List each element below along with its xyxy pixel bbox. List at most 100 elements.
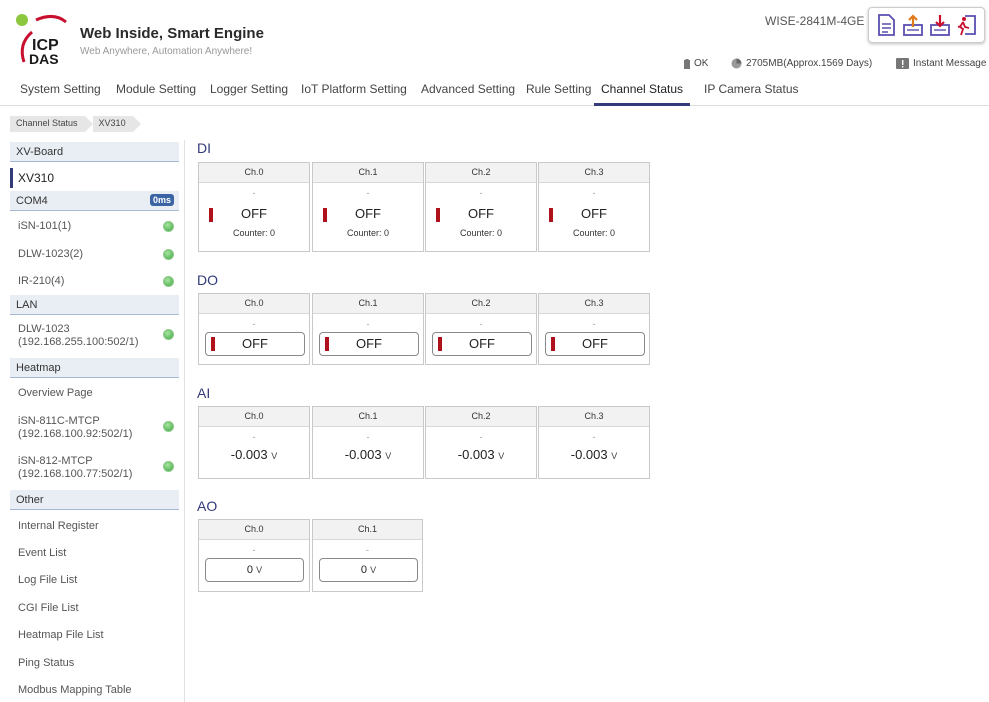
off-indicator-icon (323, 208, 327, 222)
off-indicator-icon (325, 337, 329, 351)
ao-value-button[interactable]: 0 V (205, 558, 304, 582)
sidebar-item-internal-register[interactable]: Internal Register (10, 520, 179, 533)
channel-desc: - (252, 188, 256, 198)
ao-value-number: 0 (246, 564, 254, 576)
sidebar-item-heatmap-file-list[interactable]: Heatmap File List (10, 629, 179, 642)
ai-value-number: -0.003 (457, 447, 495, 462)
sidebar-item-isn-101[interactable]: iSN-101(1) (10, 220, 179, 233)
di-state: OFF (426, 206, 536, 228)
sidebar-item-ir-210[interactable]: IR-210(4) (10, 275, 179, 288)
di-counter: Counter: 0 (346, 228, 390, 238)
do-channel-card: Ch.1 - OFF (312, 293, 424, 365)
channel-desc: - (252, 432, 256, 442)
channel-name: Ch.1 (313, 294, 423, 314)
document-icon[interactable] (874, 13, 898, 37)
channel-name: Ch.0 (199, 520, 309, 540)
off-indicator-icon (436, 208, 440, 222)
storage-status: 2705MB(Approx.1569 Days) (731, 58, 872, 69)
sidebar-item-ping-status[interactable]: Ping Status (10, 657, 179, 670)
ai-channel-card: Ch.3 - -0.003 V (538, 406, 650, 479)
channel-name: Ch.2 (426, 163, 536, 183)
sidebar-item-label: DLW-1023 (18, 323, 70, 335)
ai-value-unit: V (385, 451, 392, 461)
battery-text: OK (694, 58, 709, 69)
sidebar-section-com4-title: COM4 (16, 195, 48, 207)
ao-channel-card: Ch.0 - 0 V (198, 519, 310, 592)
channel-name: Ch.0 (199, 163, 309, 183)
channel-desc: - (479, 319, 483, 329)
breadcrumb-xv310[interactable]: XV310 (92, 116, 141, 132)
ao-value-button[interactable]: 0 V (319, 558, 418, 582)
di-channel-card: Ch.0 - OFF Counter: 0 (198, 162, 310, 252)
sidebar-item-dlw-1023-2[interactable]: DLW-1023(2) (10, 248, 179, 261)
di-counter: Counter: 0 (572, 228, 616, 238)
sidebar-item-address: (192.168.255.100:502/1) (18, 336, 139, 348)
off-indicator-icon (438, 337, 442, 351)
do-section-title: DO (197, 272, 218, 288)
do-channel-card: Ch.0 - OFF (198, 293, 310, 365)
nav-channel-status[interactable]: Channel Status (594, 82, 691, 106)
nav-rule-setting[interactable]: Rule Setting (526, 82, 591, 106)
channel-name: Ch.0 (199, 294, 309, 314)
download-icon[interactable] (928, 13, 952, 37)
sidebar-item-label: IR-210(4) (18, 275, 65, 287)
nav-system-setting[interactable]: System Setting (20, 82, 101, 106)
off-indicator-icon (209, 208, 213, 222)
channel-desc: - (592, 432, 596, 442)
message-icon (896, 58, 909, 69)
do-channel-card: Ch.2 - OFF (425, 293, 537, 365)
channel-name: Ch.1 (313, 163, 423, 183)
sidebar-item-log-file-list[interactable]: Log File List (10, 574, 179, 587)
logout-icon[interactable] (955, 13, 979, 37)
di-section-title: DI (197, 140, 211, 156)
sidebar-item-overview-page[interactable]: Overview Page (10, 387, 179, 400)
ao-value-number: 0 (360, 564, 368, 576)
channel-name: Ch.1 (313, 407, 423, 427)
sidebar-item-xv310[interactable]: XV310 (10, 168, 179, 188)
online-status-icon (163, 461, 174, 472)
di-state: OFF (313, 206, 423, 228)
ai-channel-card: Ch.1 - -0.003 V (312, 406, 424, 479)
off-indicator-icon (211, 337, 215, 351)
di-state-text: OFF (355, 206, 381, 221)
sidebar-item-cgi-file-list[interactable]: CGI File List (10, 602, 179, 615)
do-toggle-button[interactable]: OFF (319, 332, 419, 356)
do-toggle-button[interactable]: OFF (545, 332, 645, 356)
sidebar-item-modbus-mapping-table[interactable]: Modbus Mapping Table (10, 684, 179, 697)
nav-advanced-setting[interactable]: Advanced Setting (421, 82, 515, 106)
nav-module-setting[interactable]: Module Setting (116, 82, 196, 106)
di-counter: Counter: 0 (459, 228, 503, 238)
channel-desc: - (479, 432, 483, 442)
nav-logger-setting[interactable]: Logger Setting (210, 82, 288, 106)
do-toggle-button[interactable]: OFF (205, 332, 305, 356)
online-status-icon (163, 276, 174, 287)
sidebar-item-address: (192.168.100.77:502/1) (18, 468, 133, 480)
di-state-text: OFF (468, 206, 494, 221)
di-state: OFF (539, 206, 649, 228)
sidebar-item-dlw-1023-lan[interactable]: DLW-1023 (192.168.255.100:502/1) (10, 323, 179, 349)
sidebar-item-isn-812-mtcp[interactable]: iSN-812-MTCP (192.168.100.77:502/1) (10, 455, 179, 481)
breadcrumb-channel-status[interactable]: Channel Status (10, 116, 93, 132)
ai-value-unit: V (611, 451, 618, 461)
upload-icon[interactable] (901, 13, 925, 37)
sidebar-section-lan: LAN (10, 295, 179, 315)
online-status-icon (163, 329, 174, 340)
storage-pie-icon (731, 58, 742, 69)
instant-message[interactable]: Instant Message (896, 58, 986, 69)
channel-desc: - (366, 319, 370, 329)
ai-value-number: -0.003 (344, 447, 382, 462)
channel-name: Ch.3 (539, 407, 649, 427)
sidebar-item-isn-811c-mtcp[interactable]: iSN-811C-MTCP (192.168.100.92:502/1) (10, 415, 179, 441)
nav-iot-platform-setting[interactable]: IoT Platform Setting (301, 82, 407, 106)
sidebar-item-event-list[interactable]: Event List (10, 547, 179, 560)
do-toggle-button[interactable]: OFF (432, 332, 532, 356)
channel-desc: - (592, 188, 596, 198)
di-channel-card: Ch.1 - OFF Counter: 0 (312, 162, 424, 252)
nav-ip-camera-status[interactable]: IP Camera Status (704, 82, 799, 106)
online-status-icon (163, 221, 174, 232)
off-indicator-icon (549, 208, 553, 222)
ai-value: -0.003 V (313, 447, 423, 462)
di-state-text: OFF (241, 206, 267, 221)
ai-channel-card: Ch.0 - -0.003 V (198, 406, 310, 479)
main-nav: System Setting Module Setting Logger Set… (0, 74, 989, 106)
